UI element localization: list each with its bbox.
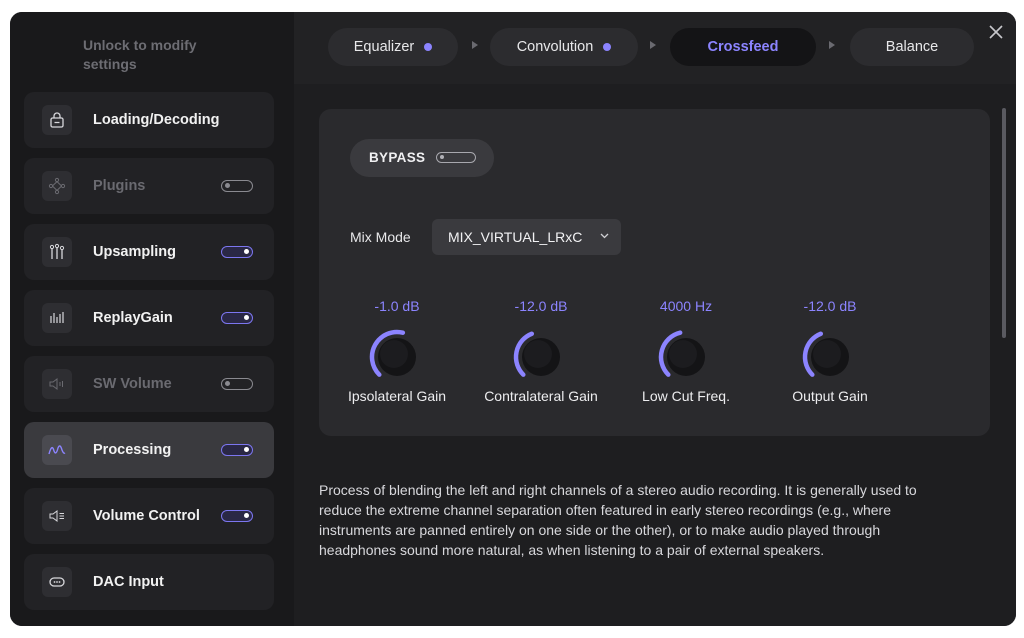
sidebar-item-label: Volume Control: [93, 508, 200, 524]
knob-highlight: [813, 340, 841, 368]
enabled-dot-icon: [603, 43, 612, 51]
sidebar-item-label: Upsampling: [93, 244, 176, 260]
toggle-knob: [225, 381, 230, 386]
sidebar-item-label: Processing: [93, 442, 172, 458]
main-area: Equalizer Convolution Crossfeed Balance …: [294, 12, 1016, 626]
scrollbar[interactable]: [1002, 108, 1006, 338]
toggle-knob: [244, 447, 249, 452]
sidebar-item-processing[interactable]: Processing: [24, 422, 274, 478]
arrow-right-icon: [829, 41, 835, 49]
crossfeed-description: Process of blending the left and right c…: [319, 482, 917, 558]
plugin-icon: [42, 171, 72, 201]
knob-value: -12.0 dB: [514, 298, 568, 314]
lock-icon: [42, 105, 72, 135]
tab-convolution[interactable]: Convolution: [490, 28, 638, 66]
chevron-down-icon: [600, 233, 609, 239]
app-window: Unlock to modify settings Loading/Decodi…: [10, 12, 1016, 626]
sidebar-item-replaygain[interactable]: ReplayGain: [24, 290, 274, 346]
dac-icon: [42, 567, 72, 597]
tab-label: Balance: [885, 39, 939, 55]
rotary-knob[interactable]: [365, 325, 429, 389]
sidebar-item-label: DAC Input: [93, 574, 164, 590]
knob-value: 4000 Hz: [659, 298, 713, 314]
knob-label: Ipsolateral Gain: [347, 388, 447, 404]
knob-highlight: [524, 340, 552, 368]
toggle-knob: [244, 513, 249, 518]
bypass-button[interactable]: BYPASS: [350, 139, 494, 177]
arrow-right-icon: [472, 41, 478, 49]
mix-mode-label: Mix Mode: [350, 229, 411, 245]
bypass-label: BYPASS: [369, 150, 426, 165]
rotary-knob[interactable]: [509, 325, 573, 389]
enabled-dot-icon: [424, 43, 433, 51]
tab-label: Crossfeed: [707, 39, 779, 55]
tab-label: Convolution: [516, 39, 594, 55]
sidebar: Unlock to modify settings Loading/Decodi…: [10, 12, 294, 626]
knob-label: Contralateral Gain: [484, 388, 598, 404]
sidebar-item-sw-volume[interactable]: SW Volume: [24, 356, 274, 412]
tab-label: Equalizer: [353, 39, 415, 55]
knob-value: -1.0 dB: [374, 298, 420, 314]
sidebar-item-toggle[interactable]: [221, 180, 253, 192]
tab-equalizer[interactable]: Equalizer: [328, 28, 458, 66]
tab-balance[interactable]: Balance: [850, 28, 974, 66]
sidebar-item-upsampling[interactable]: Upsampling: [24, 224, 274, 280]
sidebar-item-toggle[interactable]: [221, 510, 253, 522]
sidebar-item-label: SW Volume: [93, 376, 172, 392]
sidebar-item-toggle[interactable]: [221, 444, 253, 456]
waveform-icon: [42, 435, 72, 465]
crossfeed-panel: BYPASS Mix Mode MIX_VIRTUAL_LRxC -1.0 dB…: [319, 109, 990, 436]
sidebar-item-label: ReplayGain: [93, 310, 173, 326]
tab-crossfeed[interactable]: Crossfeed: [670, 28, 816, 66]
volume-control-icon: [42, 501, 72, 531]
unlock-hint[interactable]: Unlock to modify settings: [83, 36, 243, 74]
sidebar-item-loading-decoding[interactable]: Loading/Decoding: [24, 92, 274, 148]
close-icon[interactable]: [988, 24, 1004, 40]
knob-highlight: [380, 340, 408, 368]
toggle-knob: [440, 155, 444, 159]
sidebar-item-toggle[interactable]: [221, 378, 253, 390]
sidebar-item-label: Loading/Decoding: [93, 112, 220, 128]
toggle-knob: [244, 249, 249, 254]
sliders-icon: [42, 237, 72, 267]
knob-output-gain: -12.0 dB Output Gain: [755, 295, 905, 415]
knob-highlight: [669, 340, 697, 368]
toggle-knob: [244, 315, 249, 320]
knob-value: -12.0 dB: [803, 298, 857, 314]
knob-contralateral-gain: -12.0 dB Contralateral Gain: [466, 295, 616, 415]
knob-low-cut-freq: 4000 Hz Low Cut Freq.: [611, 295, 761, 415]
bars-icon: [42, 303, 72, 333]
sidebar-item-volume-control[interactable]: Volume Control: [24, 488, 274, 544]
sidebar-item-toggle[interactable]: [221, 246, 253, 258]
rotary-knob[interactable]: [654, 325, 718, 389]
knob-label: Low Cut Freq.: [642, 388, 730, 404]
mix-mode-select[interactable]: MIX_VIRTUAL_LRxC: [432, 219, 621, 255]
knob-label: Output Gain: [792, 388, 868, 404]
rotary-knob[interactable]: [798, 325, 862, 389]
arrow-right-icon: [650, 41, 656, 49]
mix-mode-value: MIX_VIRTUAL_LRxC: [448, 229, 583, 245]
tab-bar: Equalizer Convolution Crossfeed Balance: [294, 12, 1016, 84]
sidebar-item-dac-input[interactable]: DAC Input: [24, 554, 274, 610]
sidebar-item-toggle[interactable]: [221, 312, 253, 324]
sidebar-item-plugins[interactable]: Plugins: [24, 158, 274, 214]
bypass-toggle[interactable]: [436, 152, 476, 163]
sidebar-item-label: Plugins: [93, 178, 146, 194]
speaker-icon: [42, 369, 72, 399]
knob-ipsolateral-gain: -1.0 dB Ipsolateral Gain: [322, 295, 472, 415]
toggle-knob: [225, 183, 230, 188]
